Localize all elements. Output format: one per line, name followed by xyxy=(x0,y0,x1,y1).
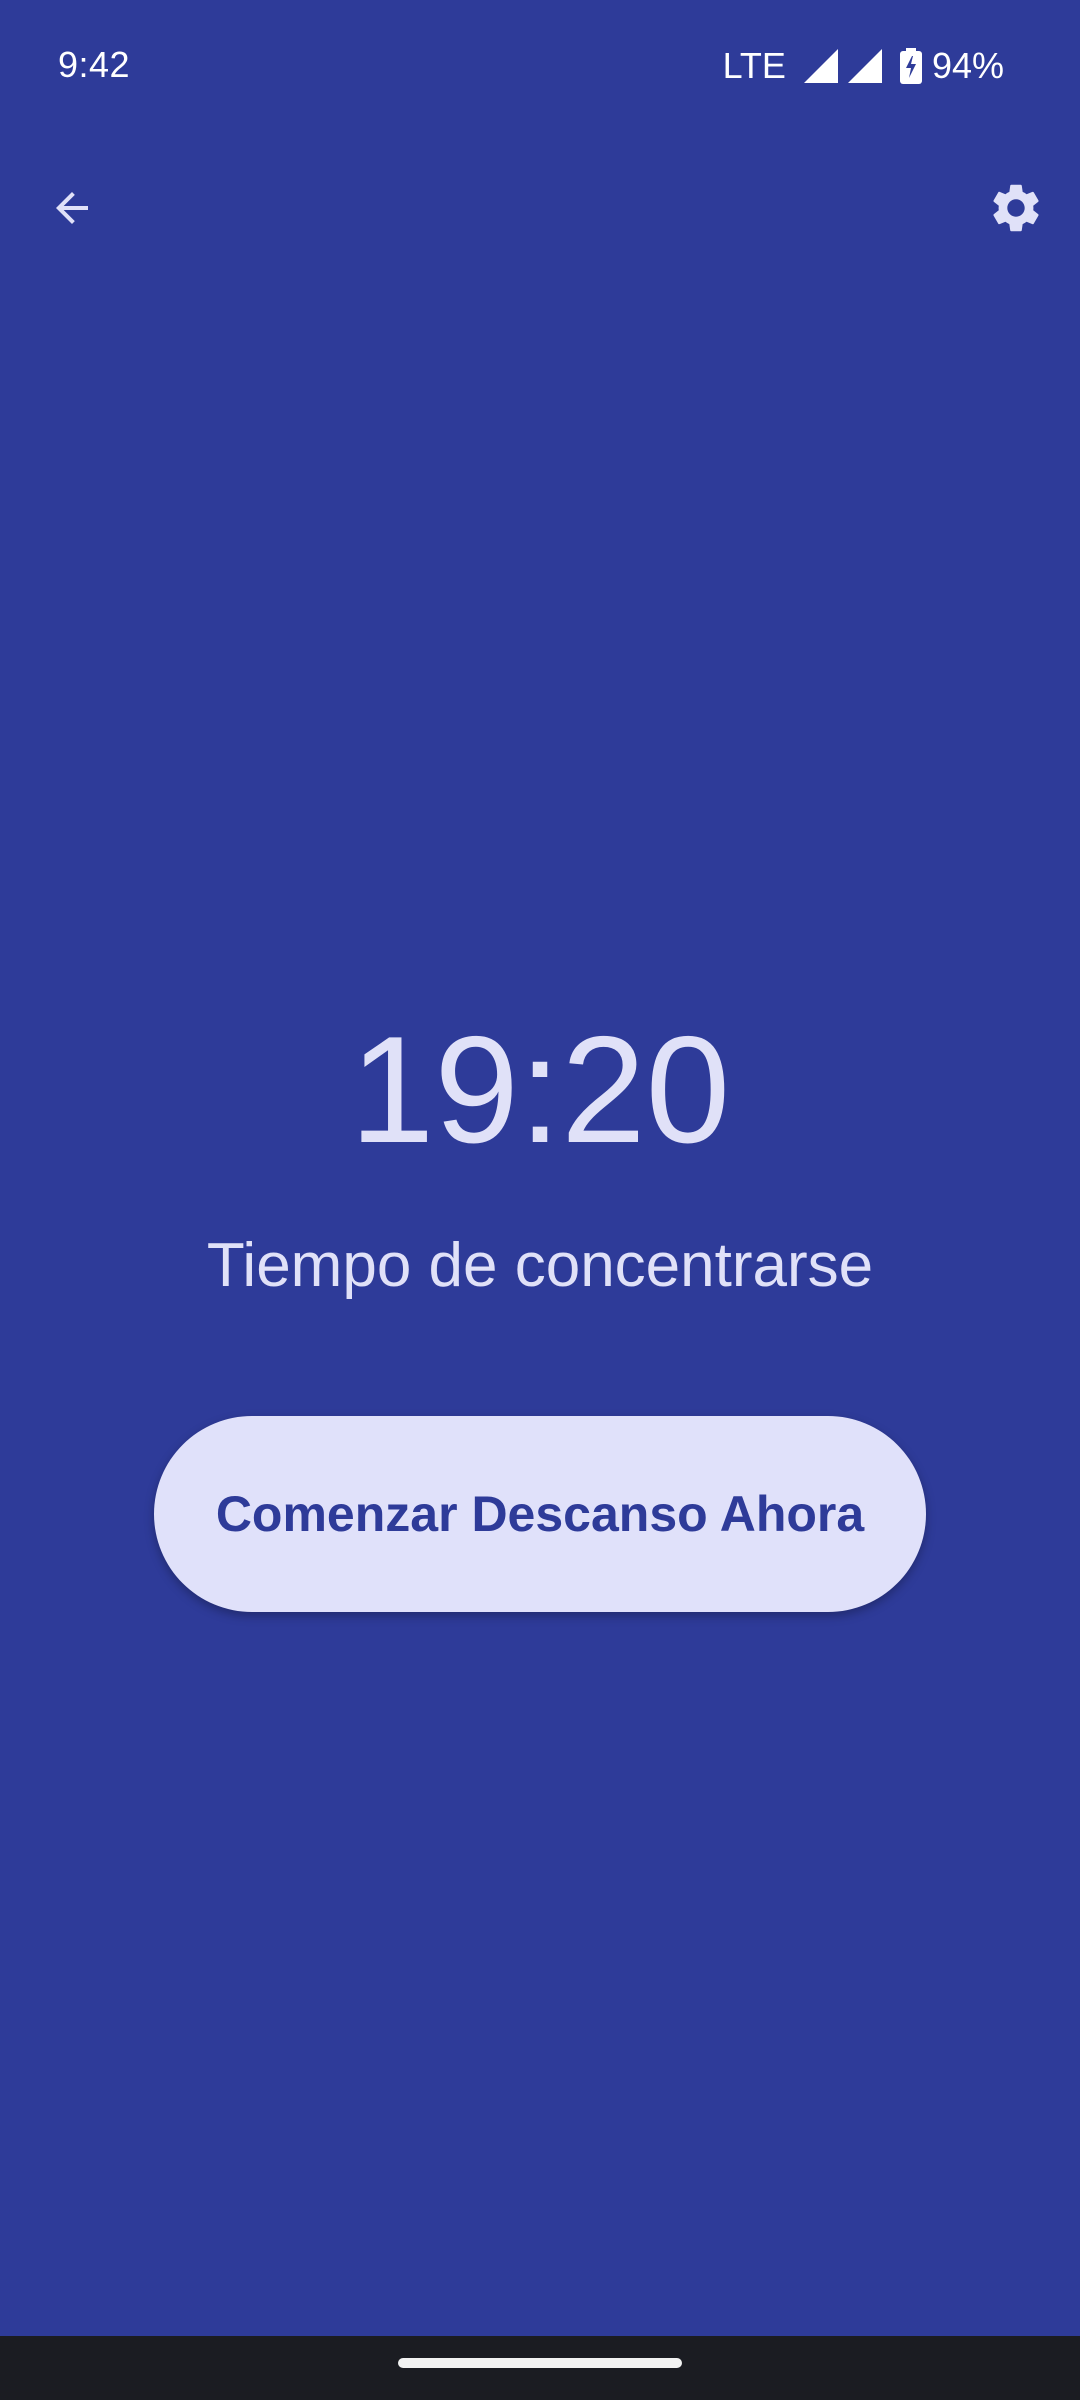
navigation-bar xyxy=(0,2336,1080,2400)
arrow-back-icon xyxy=(56,192,88,224)
timer-label: Tiempo de concentrarse xyxy=(206,1231,874,1300)
battery-percent: 94% xyxy=(931,45,1004,86)
signal-icon xyxy=(847,49,882,83)
status-time: 9:42 xyxy=(58,44,131,85)
back-button[interactable] xyxy=(24,160,120,256)
signal-icon xyxy=(803,49,838,83)
gear-icon xyxy=(993,184,1039,232)
home-gesture-handle[interactable] xyxy=(398,2358,682,2368)
timer-display: 19:20 xyxy=(349,1005,731,1175)
start-break-button[interactable]: Comenzar Descanso Ahora xyxy=(154,1416,926,1612)
battery-charging-icon xyxy=(899,48,922,84)
status-indicators: LTE 94% xyxy=(723,44,1004,88)
settings-button[interactable] xyxy=(968,160,1064,256)
status-bar: 9:42 LTE 94% xyxy=(0,0,1080,136)
network-type: LTE xyxy=(722,45,786,86)
